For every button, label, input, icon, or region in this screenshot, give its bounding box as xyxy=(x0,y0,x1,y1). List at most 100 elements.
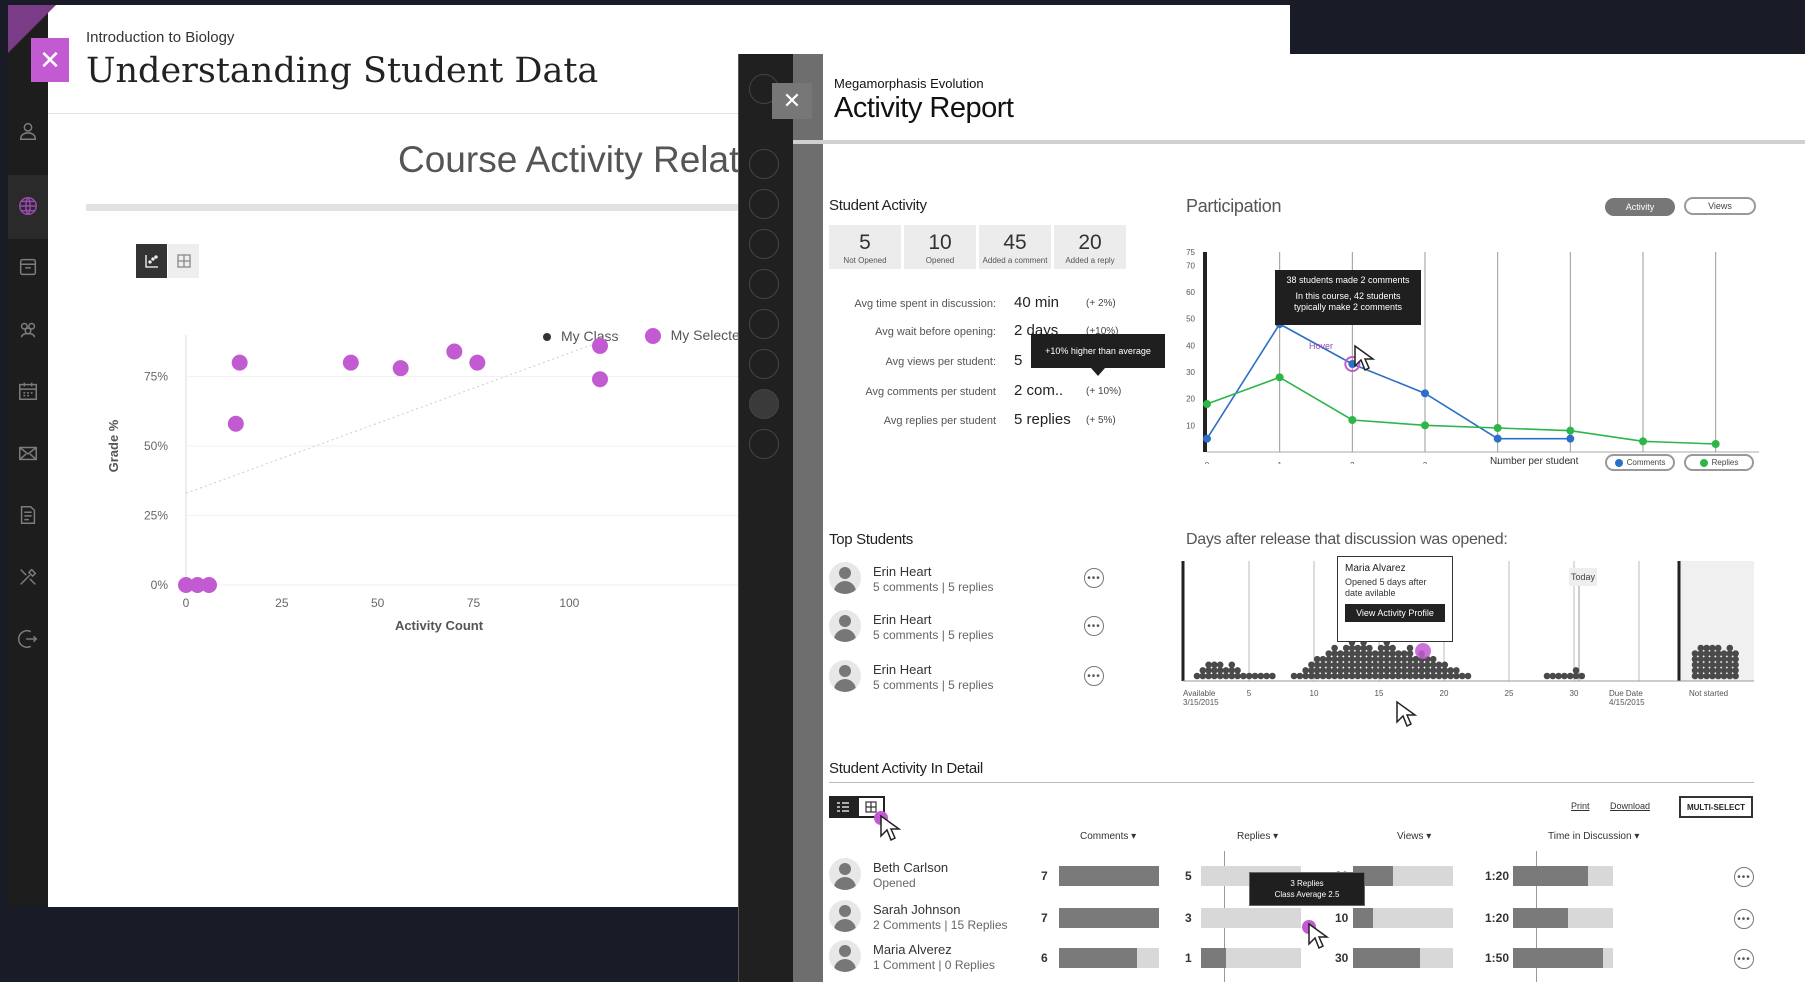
x-tick-label: Due Date 4/15/2015 xyxy=(1609,689,1645,707)
table-view-button[interactable] xyxy=(168,244,199,278)
data-point xyxy=(446,343,463,360)
cursor-icon xyxy=(1308,922,1330,950)
avatar xyxy=(829,660,861,692)
col-header-time[interactable]: Time in Discussion ▾ xyxy=(1548,831,1639,842)
col-header-replies[interactable]: Replies ▾ xyxy=(1237,831,1278,842)
scatter-view-button[interactable] xyxy=(136,244,167,278)
x-tick-label: 0 xyxy=(1205,461,1210,464)
student-dot xyxy=(1543,672,1551,680)
detail-heading: Student Activity In Detail xyxy=(829,760,983,777)
participation-chart: 102030405060707501234567 xyxy=(1186,248,1759,464)
calendar-icon[interactable] xyxy=(15,378,41,404)
metric-value: 5 xyxy=(1014,352,1023,369)
stat-comments[interactable]: 45 Added a comment xyxy=(979,225,1051,269)
view-activity-profile-button[interactable]: View Activity Profile xyxy=(1345,604,1445,622)
more-options-button[interactable]: ••• xyxy=(1084,666,1104,686)
grades-icon[interactable] xyxy=(15,502,41,528)
student-dot xyxy=(1199,667,1207,674)
y-tick-label: 75 xyxy=(1186,248,1195,257)
data-point xyxy=(592,371,608,388)
student-dot xyxy=(1464,672,1472,680)
stat-opened[interactable]: 10 Opened xyxy=(904,225,976,269)
x-tick-label: Not started xyxy=(1689,689,1728,698)
tooltip-title: 3 Replies xyxy=(1290,879,1324,888)
data-point xyxy=(469,354,486,371)
student-dot xyxy=(1245,672,1253,680)
metric-avg-time: Avg time spent in discussion: 40 min (+ 2%… xyxy=(829,294,1159,314)
tooltip-body: In this course, 42 students typically ma… xyxy=(1293,291,1403,312)
top-student-item[interactable]: Erin Heart 5 comments | 5 replies xyxy=(829,610,1119,650)
y-tick-label: 30 xyxy=(1186,368,1195,377)
series-point xyxy=(1566,434,1575,443)
days-opened-chart: Available 3/15/2015 5 10 15 20 25 30 Due Date 4/1… xyxy=(1181,561,1754,707)
activity-toggle[interactable]: Activity xyxy=(1605,198,1675,216)
data-point xyxy=(227,415,244,432)
rail-circle xyxy=(749,149,779,179)
top-student-item[interactable]: Erin Heart 5 comments | 5 replies xyxy=(829,660,1119,700)
comments-bar-fill xyxy=(1059,866,1159,886)
tooltip-arrow xyxy=(1091,368,1105,376)
col-header-comments[interactable]: Comments ▾ xyxy=(1080,831,1136,842)
student-dot xyxy=(1561,672,1568,680)
y-tick-label: 25% xyxy=(144,509,168,523)
rail-circle xyxy=(749,269,779,299)
mail-icon[interactable] xyxy=(15,440,41,466)
close-report-button[interactable]: ✕ xyxy=(772,83,812,119)
comments-bar-fill xyxy=(1059,908,1159,928)
close-button[interactable]: ✕ xyxy=(31,38,69,82)
student-dot xyxy=(1263,672,1270,680)
left-nav-rail xyxy=(8,5,48,907)
student-dot xyxy=(1732,650,1739,657)
more-options-button[interactable]: ••• xyxy=(1084,568,1104,588)
stat-replies[interactable]: 20 Added a reply xyxy=(1054,225,1126,269)
signout-icon[interactable] xyxy=(15,626,41,652)
stat-not-opened[interactable]: 5 Not Opened xyxy=(829,225,901,269)
tick-line: 4/15/2015 xyxy=(1609,698,1645,707)
replies-value: 1 xyxy=(1185,951,1192,965)
student-name: Erin Heart xyxy=(873,612,932,627)
views-toggle[interactable]: Views xyxy=(1684,197,1756,215)
student-name: Erin Heart xyxy=(873,662,932,677)
list-icon xyxy=(837,802,849,812)
student-dot xyxy=(1257,672,1265,680)
legend-replies[interactable]: Replies xyxy=(1684,454,1754,471)
student-name: Maria Alverez xyxy=(873,942,952,957)
globe-icon[interactable] xyxy=(15,193,41,219)
views-bar-fill xyxy=(1353,908,1373,928)
more-options-button[interactable]: ••• xyxy=(1734,949,1754,969)
download-link[interactable]: Download xyxy=(1610,801,1650,811)
comments-value: 7 xyxy=(1041,869,1048,883)
x-tick-label: 2 xyxy=(1350,461,1355,464)
participation-xlabel: Number per student xyxy=(1490,456,1579,467)
metric-delta: (+ 10%) xyxy=(1086,386,1122,397)
more-options-button[interactable]: ••• xyxy=(1734,867,1754,887)
student-dot xyxy=(1290,672,1298,680)
data-point xyxy=(201,577,217,593)
student-status: Opened xyxy=(873,876,916,890)
list-view-button[interactable] xyxy=(829,796,857,818)
col-label: Views xyxy=(1397,831,1424,842)
student-dot xyxy=(1313,655,1321,663)
tools-icon[interactable] xyxy=(15,564,41,590)
time-value: 1:20 xyxy=(1485,869,1510,883)
archive-icon[interactable] xyxy=(15,254,41,280)
multi-select-button[interactable]: MULTI-SELECT xyxy=(1679,796,1753,818)
cursor-icon xyxy=(880,814,902,842)
student-dot xyxy=(1714,644,1722,652)
more-options-button[interactable]: ••• xyxy=(1084,616,1104,636)
user-icon[interactable] xyxy=(15,118,41,144)
student-dot xyxy=(1251,672,1259,680)
avatar xyxy=(829,610,861,642)
legend-comments[interactable]: Comments xyxy=(1605,454,1675,471)
student-dot xyxy=(1366,644,1373,652)
print-link[interactable]: Print xyxy=(1571,801,1590,811)
y-tick-label: 60 xyxy=(1186,288,1195,297)
top-student-item[interactable]: Erin Heart 5 comments | 5 replies xyxy=(829,562,1119,602)
more-options-button[interactable]: ••• xyxy=(1734,909,1754,929)
y-tick-label: 0% xyxy=(151,578,169,592)
groups-icon[interactable] xyxy=(15,316,41,342)
col-header-views[interactable]: Views ▾ xyxy=(1397,831,1431,842)
data-point xyxy=(392,360,409,377)
metric-tooltip: +10% higher than average xyxy=(1031,334,1165,368)
student-dot xyxy=(1228,661,1236,669)
